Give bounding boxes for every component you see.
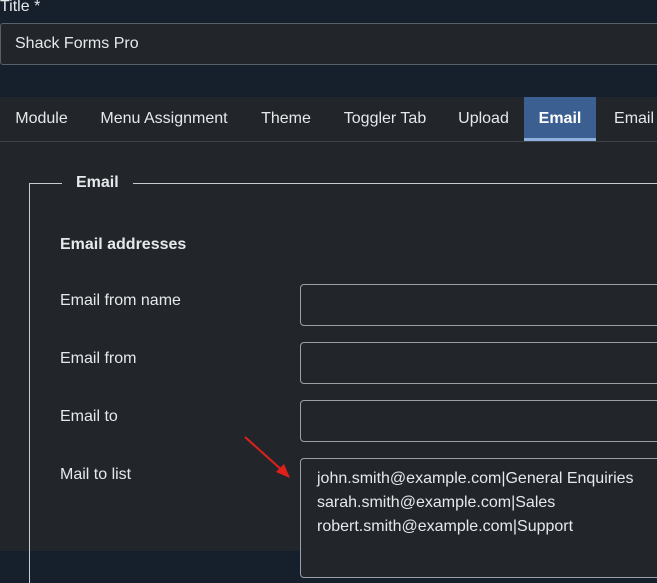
tab-module[interactable]: Module [0,97,83,141]
mail-list-line: robert.smith@example.com|Support [317,518,574,535]
email-from-label: Email from [60,350,137,367]
tab-email[interactable]: Email [524,97,596,141]
tab-upload[interactable]: Upload [443,97,524,141]
tab-menu-assignment[interactable]: Menu Assignment [83,97,245,141]
tab-content-panel: Email Email addresses Email from name Em… [0,142,657,583]
email-to-input[interactable] [300,400,657,442]
title-input[interactable] [0,23,657,65]
title-label: Title * [0,0,41,15]
mail-to-list-label: Mail to list [60,466,132,483]
tab-toggler-tab[interactable]: Toggler Tab [327,97,443,141]
email-to-label: Email to [60,408,118,425]
annotation-arrow-icon [244,436,290,478]
tab-email-template[interactable]: Email T [596,97,657,141]
mail-list-line: sarah.smith@example.com|Sales [317,494,556,511]
section-heading: Email addresses [60,236,187,253]
tab-bar: Module Menu Assignment Theme Toggler Tab… [0,97,657,142]
email-from-name-input[interactable] [300,284,657,326]
fieldset-legend: Email [62,172,133,194]
email-from-input[interactable] [300,342,657,384]
mail-list-line: john.smith@example.com|General Enquiries [317,470,634,487]
tab-theme[interactable]: Theme [245,97,327,141]
mail-to-list-textarea[interactable]: john.smith@example.com|General Enquiries… [300,458,657,578]
email-from-name-label: Email from name [60,292,181,309]
